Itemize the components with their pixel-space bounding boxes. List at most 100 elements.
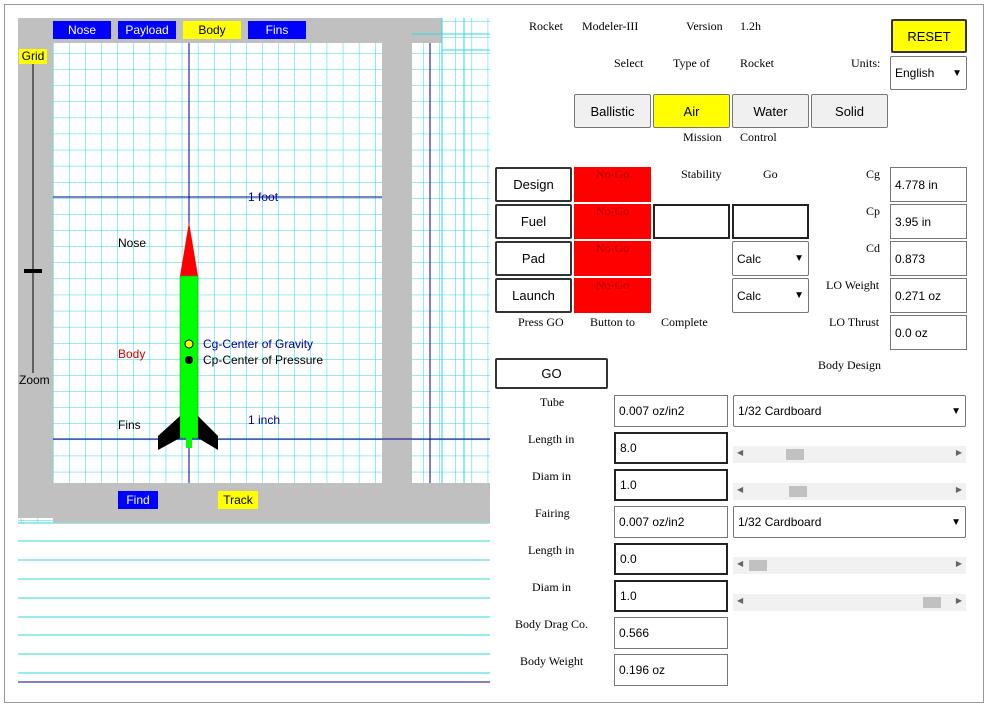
- lo-weight-value: 0.271 oz: [895, 288, 942, 303]
- nose-label: Nose: [118, 236, 147, 250]
- pad-calc-value: Calc: [737, 251, 762, 266]
- fairing-length-value: 0.0: [620, 552, 637, 566]
- scroll-right-arrow-icon[interactable]: ▶: [956, 559, 962, 568]
- scroll-left-arrow-icon[interactable]: ◀: [737, 485, 743, 494]
- fairing-label: Fairing: [535, 506, 570, 520]
- tube-length-field[interactable]: 8.0: [614, 432, 728, 464]
- fairing-diam-slider[interactable]: ◀ ▶: [733, 594, 966, 611]
- fairing-diam-slider-thumb[interactable]: [922, 597, 941, 608]
- fuel-stability-field[interactable]: [653, 204, 730, 239]
- lo-weight-label: LO Weight: [826, 278, 880, 292]
- fairing-diam-field[interactable]: 1.0: [614, 580, 728, 612]
- tube-length-value: 8.0: [620, 441, 637, 455]
- fuel-status: No-Go: [574, 204, 651, 239]
- tube-label: Tube: [540, 395, 565, 409]
- scroll-right-arrow-icon[interactable]: ▶: [956, 596, 962, 605]
- mission-label: Mission: [683, 130, 722, 144]
- find-button[interactable]: Find: [118, 491, 158, 509]
- zoom-label: Zoom: [19, 373, 50, 387]
- scroll-right-arrow-icon[interactable]: ▶: [956, 485, 962, 494]
- lo-thrust-field[interactable]: 0.0 oz: [890, 315, 967, 350]
- header-rocket: Rocket: [529, 19, 563, 33]
- cp-legend: Cp-Center of Pressure: [203, 353, 324, 367]
- tube-length-slider[interactable]: ◀ ▶: [733, 446, 966, 463]
- units-select[interactable]: English ▼: [890, 56, 967, 90]
- control-label: Control: [740, 130, 777, 144]
- fairing-material-select[interactable]: 1/32 Cardboard ▼: [733, 506, 966, 538]
- cd-value: 0.873: [895, 251, 926, 266]
- fairing-density-field[interactable]: 0.007 oz/in2: [614, 506, 728, 538]
- body-drag-value: 0.566: [619, 626, 650, 640]
- type-solid-button[interactable]: Solid: [811, 94, 888, 128]
- type-air-button[interactable]: Air: [653, 94, 730, 128]
- fairing-length-label: Length in: [528, 543, 575, 557]
- cp-field[interactable]: 3.95 in: [890, 204, 967, 239]
- rocket-view-canvas[interactable]: [18, 18, 492, 686]
- fairing-diam-value: 1.0: [620, 589, 637, 603]
- grid-toggle[interactable]: Grid: [19, 49, 47, 64]
- scroll-right-arrow-icon[interactable]: ▶: [956, 448, 962, 457]
- zoom-handle[interactable]: [24, 269, 42, 273]
- type-ballistic-button[interactable]: Ballistic: [574, 94, 651, 128]
- tube-diam-label: Diam in: [532, 469, 571, 483]
- fairing-length-field[interactable]: 0.0: [614, 543, 728, 575]
- pad-calc-select[interactable]: Calc ▼: [732, 241, 809, 276]
- fairing-density-value: 0.007 oz/in2: [619, 515, 685, 529]
- fuel-go-field[interactable]: [732, 204, 809, 239]
- scroll-left-arrow-icon[interactable]: ◀: [737, 559, 743, 568]
- go-label: Go: [763, 167, 778, 181]
- type-of-label: Type of: [673, 56, 710, 70]
- tab-nose[interactable]: Nose: [53, 21, 111, 39]
- track-button[interactable]: Track: [218, 491, 258, 509]
- launch-calc-value: Calc: [737, 288, 762, 303]
- tube-diam-slider-thumb[interactable]: [789, 486, 808, 497]
- cg-marker: [184, 339, 194, 349]
- hint-press-go: Press GO: [518, 315, 564, 329]
- rocket-label: Rocket: [740, 56, 774, 70]
- scroll-left-arrow-icon[interactable]: ◀: [737, 596, 743, 605]
- chevron-down-icon: ▼: [794, 253, 804, 264]
- cd-field[interactable]: 0.873: [890, 241, 967, 276]
- cp-marker: [185, 356, 193, 364]
- stability-label: Stability: [681, 167, 722, 181]
- fairing-length-slider-thumb[interactable]: [749, 560, 767, 571]
- scale-foot-label: 1 foot: [248, 190, 279, 204]
- tab-payload[interactable]: Payload: [118, 21, 176, 39]
- step-launch-button[interactable]: Launch: [495, 278, 572, 313]
- body-design-title: Body Design: [818, 358, 881, 372]
- step-pad-button[interactable]: Pad: [495, 241, 572, 276]
- tube-material-select[interactable]: 1/32 Cardboard ▼: [733, 395, 966, 427]
- body-label: Body: [118, 347, 146, 361]
- step-fuel-button[interactable]: Fuel: [495, 204, 572, 239]
- tube-density-field[interactable]: 0.007 oz/in2: [614, 395, 728, 427]
- lo-weight-field[interactable]: 0.271 oz: [890, 278, 967, 313]
- units-select-value: English: [895, 66, 935, 80]
- cg-field[interactable]: 4.778 in: [890, 167, 967, 202]
- lo-thrust-value: 0.0 oz: [895, 325, 928, 340]
- fins-label: Fins: [118, 418, 141, 432]
- cd-label: Cd: [866, 241, 881, 255]
- launch-calc-select[interactable]: Calc ▼: [732, 278, 809, 313]
- fairing-material-value: 1/32 Cardboard: [738, 515, 822, 529]
- motor-nozzle: [186, 428, 192, 448]
- type-water-button[interactable]: Water: [732, 94, 809, 128]
- tube-length-slider-thumb[interactable]: [785, 449, 804, 460]
- fairing-diam-label: Diam in: [532, 580, 571, 594]
- design-status: No-Go: [574, 167, 651, 202]
- chevron-down-icon: ▼: [951, 405, 961, 417]
- header-version-number: 1.2h: [740, 19, 761, 33]
- body-weight-field[interactable]: 0.196 oz: [614, 654, 728, 686]
- go-button[interactable]: GO: [495, 358, 608, 389]
- tube-diam-slider[interactable]: ◀ ▶: [733, 483, 966, 500]
- hint-complete: Complete: [661, 315, 708, 329]
- tab-body[interactable]: Body: [183, 21, 241, 39]
- step-design-button[interactable]: Design: [495, 167, 572, 202]
- tube-diam-field[interactable]: 1.0: [614, 469, 728, 501]
- tab-fins[interactable]: Fins: [248, 21, 306, 39]
- scroll-left-arrow-icon[interactable]: ◀: [737, 448, 743, 457]
- fairing-length-slider[interactable]: ◀ ▶: [733, 557, 966, 574]
- select-label: Select: [614, 56, 644, 70]
- body-drag-field[interactable]: 0.566: [614, 617, 728, 649]
- scale-inch-label: 1 inch: [248, 413, 281, 427]
- reset-button[interactable]: RESET: [891, 19, 967, 53]
